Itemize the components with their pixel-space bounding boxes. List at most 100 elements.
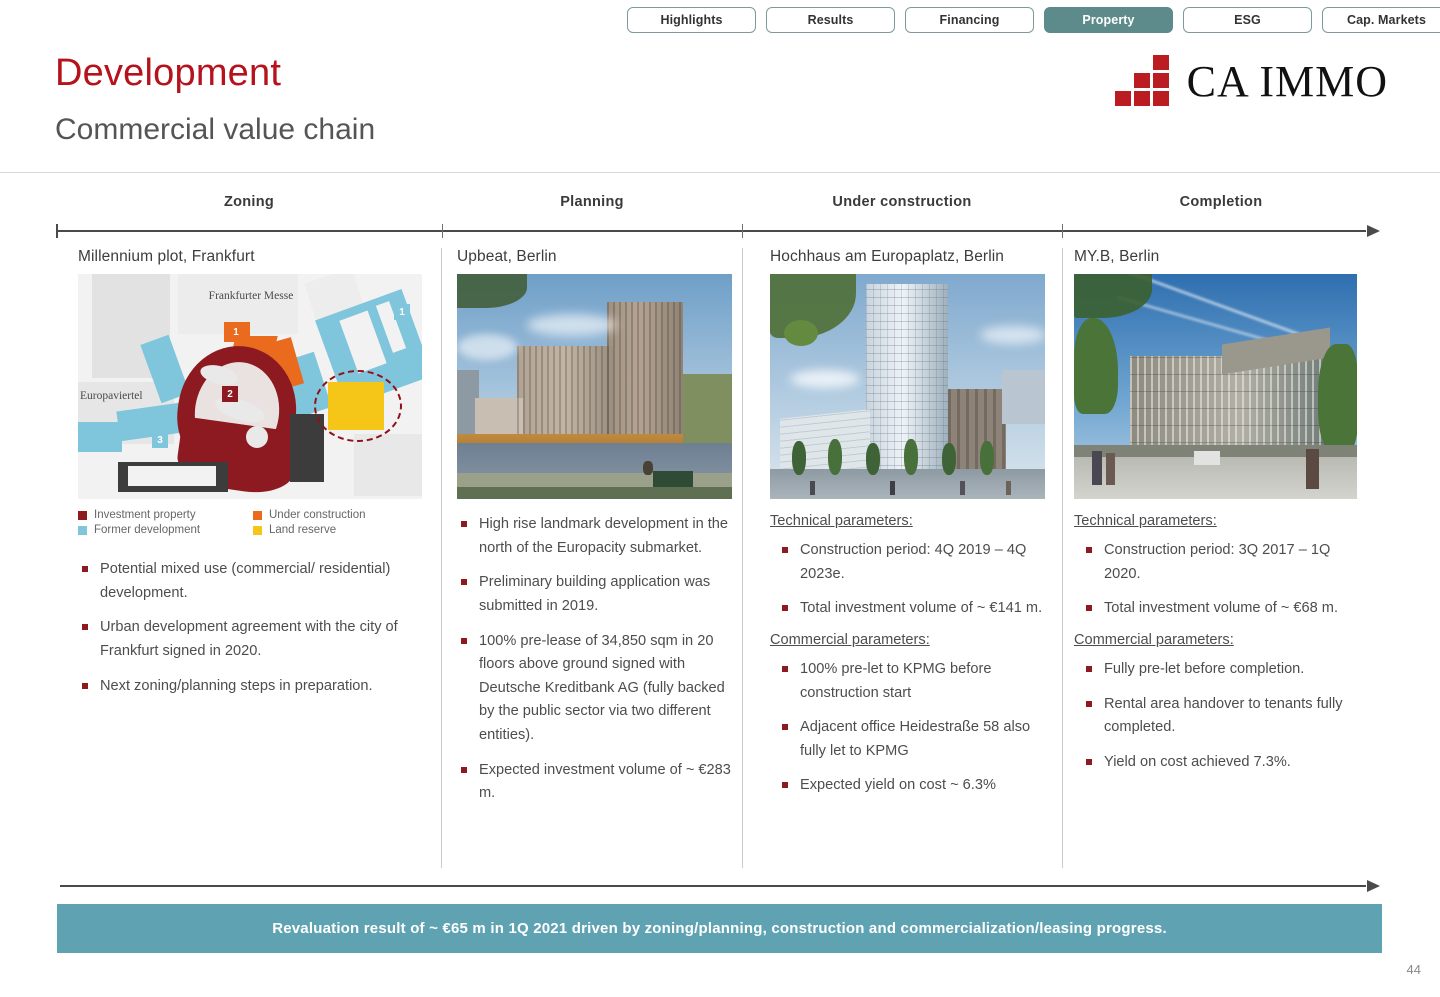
- list-item: Potential mixed use (commercial/ residen…: [78, 558, 428, 605]
- legend-label: Under construction: [269, 509, 366, 521]
- column-title: Upbeat, Berlin: [457, 248, 557, 265]
- list-item: Adjacent office Heidestraße 58 also full…: [770, 716, 1048, 763]
- company-logo: CA IMMO: [1114, 55, 1388, 107]
- section-bullets-commercial: Fully pre-let before completion. Rental …: [1074, 658, 1364, 775]
- section-heading-technical: Technical parameters:: [770, 513, 913, 529]
- section-nav: Highlights Results Financing Property ES…: [627, 7, 1440, 33]
- map-marker-2: 2: [222, 386, 238, 402]
- list-item: Next zoning/planning steps in preparatio…: [78, 675, 428, 699]
- millennium-plot-map: Frankfurter Messe Europaviertel 1 2 3 1: [78, 274, 422, 499]
- section-bullets-technical: Construction period: 4Q 2019 – 4Q 2023e.…: [770, 539, 1048, 621]
- header-divider: [0, 172, 1440, 173]
- section-bullets-technical: Construction period: 3Q 2017 – 1Q 2020. …: [1074, 539, 1364, 621]
- timeline-axis: [56, 224, 1380, 238]
- list-item: Expected investment volume of ~ €283 m.: [457, 759, 733, 806]
- column-completion: MY.B, Berlin Technical parameters: Const…: [1074, 248, 1364, 785]
- nav-tab-label: Financing: [939, 13, 1000, 27]
- legend-item-former-development: Former development: [78, 524, 253, 536]
- map-marker-1: 1: [228, 324, 244, 340]
- slide: Highlights Results Financing Property ES…: [0, 0, 1440, 997]
- column-divider-3: [1062, 248, 1063, 868]
- nav-tab-results[interactable]: Results: [766, 7, 895, 33]
- list-item: Expected yield on cost ~ 6.3%: [770, 774, 1048, 798]
- section-heading-technical: Technical parameters:: [1074, 513, 1217, 529]
- column-planning: Upbeat, Berlin High rise landmark develo…: [457, 248, 733, 817]
- list-item: 100% pre-lease of 34,850 sqm in 20 floor…: [457, 630, 733, 748]
- column-bullets: Potential mixed use (commercial/ residen…: [78, 558, 428, 698]
- section-bullets-commercial: 100% pre-let to KPMG before construction…: [770, 658, 1048, 798]
- legend-swatch-icon: [78, 525, 87, 535]
- axis-line: [56, 230, 1366, 232]
- list-item: Yield on cost achieved 7.3%.: [1074, 751, 1364, 775]
- ca-immo-staircase-icon: [1114, 55, 1173, 107]
- logo-wordmark: CA IMMO: [1186, 56, 1388, 106]
- phase-label-zoning: Zoning: [223, 194, 275, 210]
- nav-tab-financing[interactable]: Financing: [905, 7, 1034, 33]
- page-title: Development: [55, 52, 282, 94]
- map-marker-3: 3: [152, 432, 168, 448]
- axis-tick-3: [1062, 224, 1063, 238]
- bottom-axis-line: [60, 885, 1366, 887]
- list-item: Rental area handover to tenants fully co…: [1074, 693, 1364, 740]
- legend-swatch-icon: [78, 510, 87, 520]
- list-item: Urban development agreement with the cit…: [78, 616, 428, 663]
- myb-berlin-render: [1074, 274, 1357, 499]
- legend-swatch-icon: [253, 525, 262, 535]
- phase-label-completion: Completion: [1179, 194, 1263, 210]
- axis-tick-1: [442, 224, 443, 238]
- legend-swatch-icon: [253, 510, 262, 520]
- land-reserve-highlight-ring: [314, 370, 402, 442]
- nav-tab-highlights[interactable]: Highlights: [627, 7, 756, 33]
- phase-label-under-construction: Under construction: [832, 194, 972, 210]
- axis-start-cap: [56, 224, 58, 238]
- axis-tick-2: [742, 224, 743, 238]
- nav-tab-label: ESG: [1234, 13, 1261, 27]
- column-zoning: Millennium plot, Frankfurt Frankfurter M…: [78, 248, 428, 709]
- list-item: 100% pre-let to KPMG before construction…: [770, 658, 1048, 705]
- legend-label: Investment property: [94, 509, 196, 521]
- phase-label-planning: Planning: [560, 194, 624, 210]
- section-heading-commercial: Commercial parameters:: [1074, 631, 1234, 648]
- hochhaus-europaplatz-render: [770, 274, 1045, 499]
- summary-banner-text: Revaluation result of ~ €65 m in 1Q 2021…: [272, 920, 1167, 937]
- page-number: 44: [1406, 962, 1421, 977]
- legend-label: Former development: [94, 524, 201, 536]
- list-item: Fully pre-let before completion.: [1074, 658, 1364, 682]
- list-item: Construction period: 3Q 2017 – 1Q 2020.: [1074, 539, 1364, 586]
- nav-tab-esg[interactable]: ESG: [1183, 7, 1312, 33]
- list-item: Construction period: 4Q 2019 – 4Q 2023e.: [770, 539, 1048, 586]
- column-divider-1: [441, 248, 442, 868]
- map-label-messe: Frankfurter Messe: [208, 290, 294, 302]
- column-divider-2: [742, 248, 743, 868]
- map-legend: Investment property Under construction F…: [78, 509, 428, 536]
- summary-banner: Revaluation result of ~ €65 m in 1Q 2021…: [57, 904, 1382, 953]
- nav-tab-label: Highlights: [660, 13, 723, 27]
- column-title: MY.B, Berlin: [1074, 248, 1160, 265]
- column-title: Hochhaus am Europaplatz, Berlin: [770, 248, 1005, 265]
- legend-item-under-construction: Under construction: [253, 509, 428, 521]
- legend-label: Land reserve: [269, 524, 337, 536]
- timeline-labels: Zoning Planning Under construction Compl…: [56, 194, 1380, 210]
- list-item: Total investment volume of ~ €141 m.: [770, 597, 1048, 621]
- bottom-axis-arrow-icon: [1367, 880, 1380, 892]
- page-subtitle: Commercial value chain: [55, 113, 376, 146]
- nav-tab-label: Cap. Markets: [1346, 13, 1426, 27]
- bottom-progress-arrow: [60, 880, 1380, 892]
- list-item: Total investment volume of ~ €68 m.: [1074, 597, 1364, 621]
- legend-item-investment-property: Investment property: [78, 509, 253, 521]
- upbeat-berlin-render: [457, 274, 732, 499]
- column-bullets: High rise landmark development in the no…: [457, 513, 733, 806]
- column-under-construction: Hochhaus am Europaplatz, Berlin Technica…: [770, 248, 1048, 809]
- column-title: Millennium plot, Frankfurt: [78, 248, 255, 265]
- nav-tab-label: Results: [807, 13, 854, 27]
- list-item: Preliminary building application was sub…: [457, 571, 733, 618]
- nav-tab-property[interactable]: Property: [1044, 7, 1173, 33]
- list-item: High rise landmark development in the no…: [457, 513, 733, 560]
- map-label-europaviertel: Europaviertel: [80, 390, 143, 402]
- legend-item-land-reserve: Land reserve: [253, 524, 428, 536]
- axis-arrow-icon: [1367, 225, 1380, 237]
- nav-tab-cap-markets[interactable]: Cap. Markets: [1322, 7, 1440, 33]
- section-heading-commercial: Commercial parameters:: [770, 631, 930, 648]
- nav-tab-label: Property: [1082, 13, 1135, 27]
- map-marker-4: 1: [394, 304, 410, 320]
